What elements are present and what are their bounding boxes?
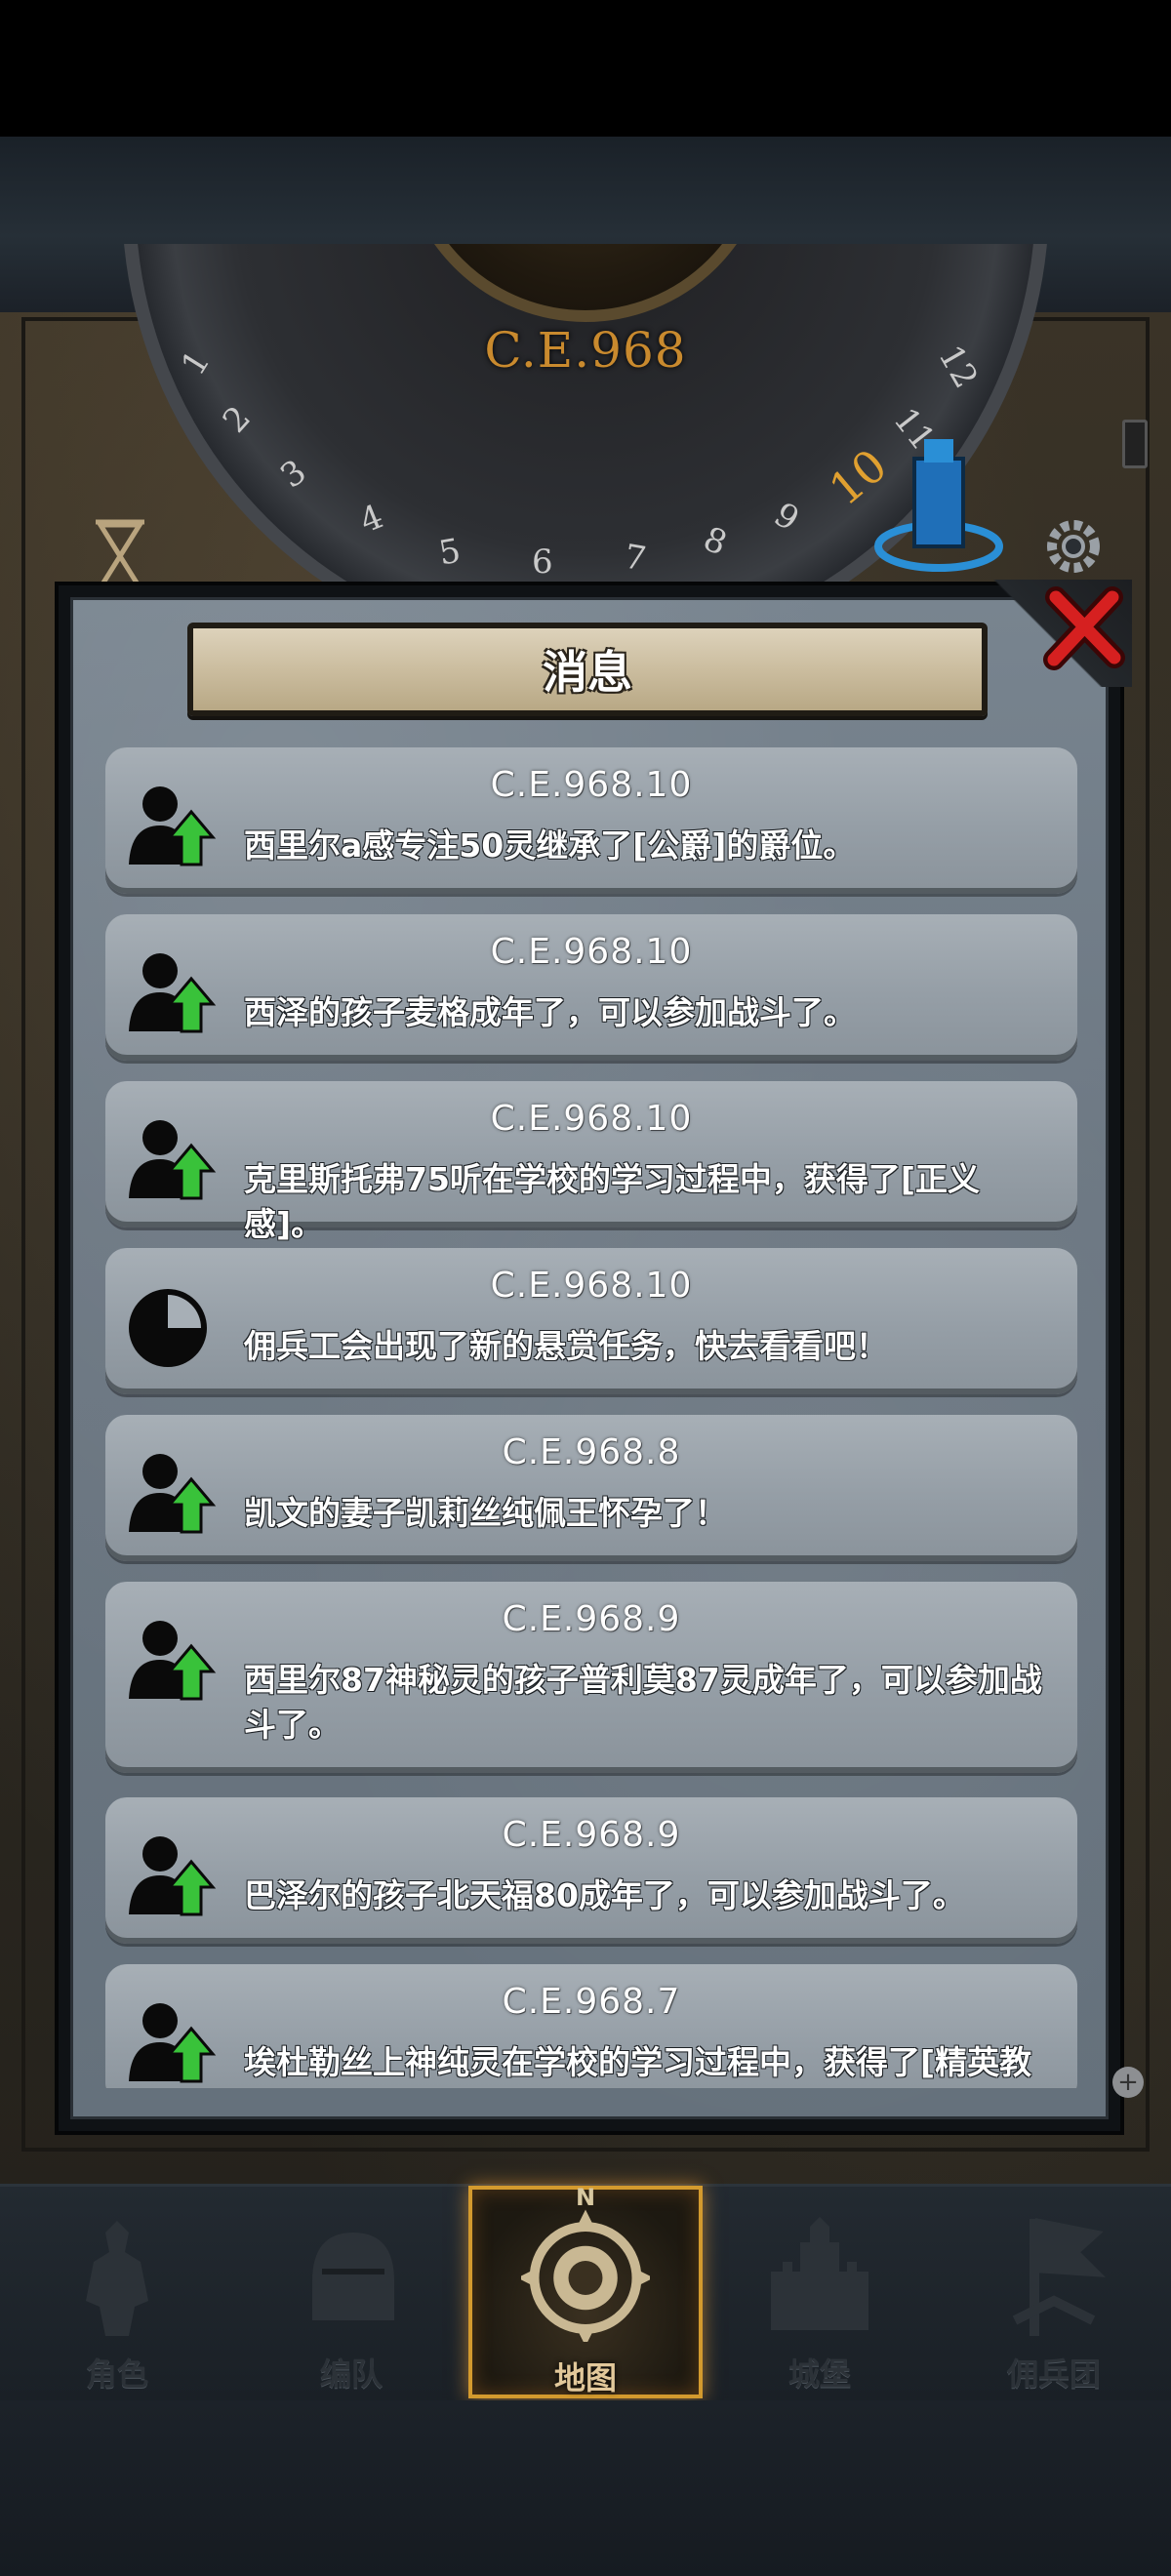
message-item[interactable]: C.E.968.10 西里尔a感专注50灵继承了[公爵]的爵位。 <box>105 747 1077 894</box>
nav-label: 佣兵团 <box>1006 2355 1101 2393</box>
message-date: C.E.968.9 <box>502 1599 681 1639</box>
nav-item-mercenary[interactable]: 佣兵团 <box>937 2186 1171 2398</box>
castle-icon <box>771 2217 868 2330</box>
message-text: 克里斯托弗75听在学校的学习过程中，获得了[正义感]。 <box>244 1160 981 1243</box>
message-item[interactable]: C.E.968.10 佣兵工会出现了新的悬赏任务，快去看看吧！ <box>105 1248 1077 1394</box>
message-text: 西里尔87神秘灵的孩子普利莫87灵成年了，可以参加战斗了。 <box>244 1661 1042 1744</box>
dialog-title-banner: 消息 <box>187 623 988 716</box>
message-date: C.E.968.9 <box>502 1815 681 1855</box>
message-date: C.E.968.8 <box>502 1432 681 1472</box>
message-item[interactable]: C.E.968.9 西里尔87神秘灵的孩子普利莫87灵成年了，可以参加战斗了。 <box>105 1582 1077 1773</box>
nav-item-formation[interactable]: 编队 <box>234 2186 468 2398</box>
message-item[interactable]: C.E.968.7 埃杜勒丝上神纯灵在学校的学习过程中，获得了[精英教 <box>105 1964 1077 2088</box>
message-text: 凯文的妻子凯莉丝纯佩王怀孕了！ <box>244 1494 727 1532</box>
year-label: C.E.968 <box>484 322 687 379</box>
helmet-icon <box>312 2233 394 2320</box>
nav-item-castle[interactable]: 城堡 <box>703 2186 937 2398</box>
nav-item-character[interactable]: 角色 <box>0 2186 234 2398</box>
nav-label: 城堡 <box>787 2355 851 2393</box>
side-tab[interactable] <box>1122 420 1148 468</box>
message-text: 西泽的孩子麦格成年了，可以参加战斗了。 <box>244 993 856 1031</box>
nav-label: 编队 <box>319 2355 383 2393</box>
message-date: C.E.968.10 <box>490 1266 693 1306</box>
dialog-title: 消息 <box>543 646 632 699</box>
message-date: C.E.968.10 <box>490 932 693 972</box>
message-item[interactable]: C.E.968.10 克里斯托弗75听在学校的学习过程中，获得了[正义感]。 <box>105 1081 1077 1243</box>
knight-icon <box>86 2221 148 2336</box>
banner-icon <box>1012 2218 1106 2336</box>
bottom-bar <box>0 2400 1171 2576</box>
message-text: 西里尔a感专注50灵继承了[公爵]的爵位。 <box>244 826 856 865</box>
nav-label: 角色 <box>85 2355 148 2393</box>
message-date: C.E.968.10 <box>490 765 693 805</box>
tower-icon[interactable] <box>870 420 1007 576</box>
close-button[interactable] <box>1038 584 1128 673</box>
messages-list[interactable]: C.E.968.10 西里尔a感专注50灵继承了[公爵]的爵位。 C.E.968… <box>105 747 1077 2088</box>
message-item[interactable]: C.E.968.10 西泽的孩子麦格成年了，可以参加战斗了。 <box>105 914 1077 1061</box>
message-text: 埃杜勒丝上神纯灵在学校的学习过程中，获得了[精英教 <box>244 2043 1032 2081</box>
status-bar <box>0 0 1171 137</box>
gear-icon[interactable] <box>1034 507 1112 585</box>
message-date: C.E.968.7 <box>502 1982 681 2022</box>
nav-item-map[interactable]: N 地图 <box>468 2184 703 2398</box>
message-date: C.E.968.10 <box>490 1099 693 1139</box>
message-item[interactable]: C.E.968.9 巴泽尔的孩子北天福80成年了，可以参加战斗了。 <box>105 1797 1077 1944</box>
message-text: 巴泽尔的孩子北天福80成年了，可以参加战斗了。 <box>244 1876 965 1914</box>
nav-label: 地图 <box>553 2359 617 2396</box>
dial-month-6[interactable]: 6 <box>532 543 553 582</box>
side-plus-icon[interactable]: + <box>1112 2067 1144 2098</box>
compass-north-label: N <box>575 2184 596 2211</box>
message-item[interactable]: C.E.968.8 凯文的妻子凯莉丝纯佩王怀孕了！ <box>105 1415 1077 1561</box>
compass-icon <box>521 2209 650 2342</box>
message-text: 佣兵工会出现了新的悬赏任务，快去看看吧！ <box>244 1327 888 1365</box>
